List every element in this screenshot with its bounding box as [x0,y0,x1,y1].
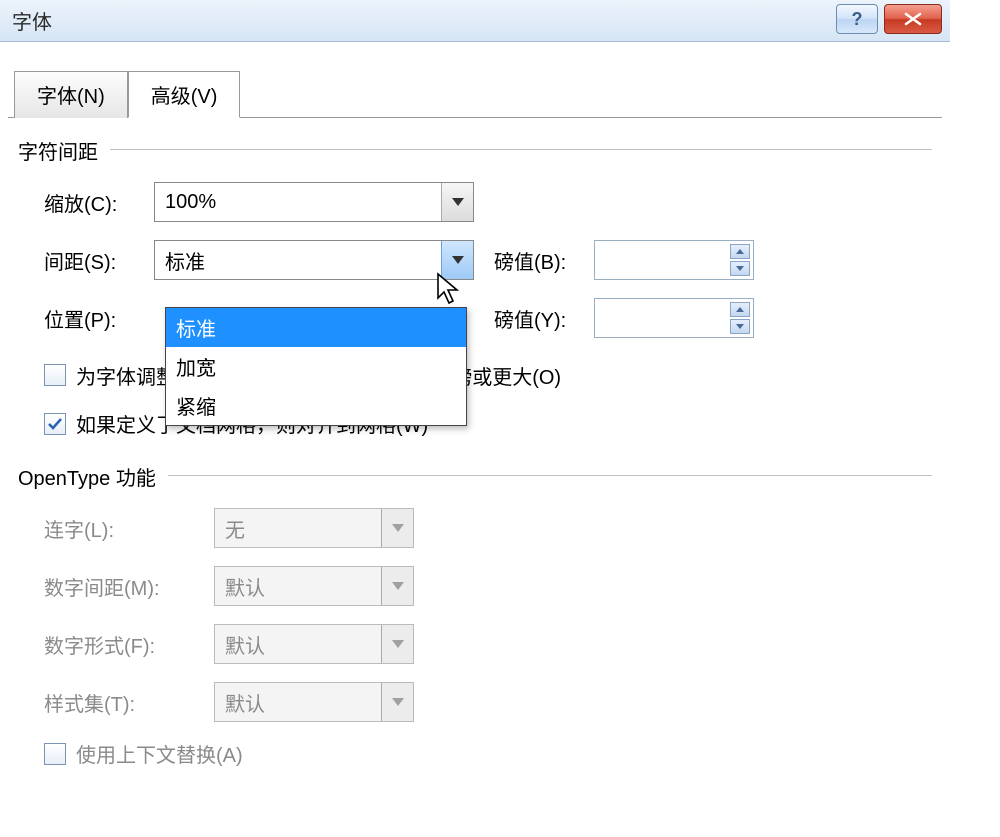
row-style-set: 样式集(T): 默认 [44,681,932,723]
chevron-up-icon [736,249,744,254]
row-scale: 缩放(C): 100% [44,181,932,223]
label-pt-y: 磅值(Y): [494,304,594,333]
combo-style-set-button [381,683,413,721]
label-num-form: 数字形式(F): [44,630,214,659]
dropdown-item-condense[interactable]: 紧缩 [166,386,466,425]
help-button[interactable]: ? [836,4,878,34]
section-spacing-label: 字符间距 [18,136,106,165]
row-num-form: 数字形式(F): 默认 [44,623,932,665]
check-icon [47,417,63,431]
combo-spacing[interactable]: 标准 [154,240,474,280]
combo-num-spacing-value: 默认 [215,567,381,605]
chevron-down-icon [452,256,464,264]
label-scale: 缩放(C): [44,188,154,217]
chevron-down-icon [452,198,464,206]
tab-font[interactable]: 字体(N) [14,71,128,118]
combo-spacing-value: 标准 [155,241,441,279]
dialog-title: 字体 [12,6,52,35]
combo-num-spacing: 默认 [214,566,414,606]
dropdown-spacing[interactable]: 标准 加宽 紧缩 [165,307,467,426]
combo-scale[interactable]: 100% [154,182,474,222]
spinner-pt-b-value [595,241,727,279]
spinner-pt-b[interactable] [594,240,754,280]
close-button[interactable] [884,4,942,34]
checkbox-snap[interactable] [44,413,66,435]
combo-style-set-value: 默认 [215,683,381,721]
spinner-down-button[interactable] [730,319,750,334]
chevron-down-icon [392,524,404,532]
dropdown-item-standard[interactable]: 标准 [166,308,466,347]
row-context: 使用上下文替换(A) [44,739,932,768]
spinner-pt-y[interactable] [594,298,754,338]
titlebar: 字体 ? [0,0,950,42]
label-kern-unit: 磅或更大(O) [452,361,561,390]
spinner-down-button[interactable] [730,261,750,276]
combo-ligature-button [381,509,413,547]
help-icon: ? [852,9,863,30]
combo-spacing-button[interactable] [441,241,473,279]
dropdown-item-expand[interactable]: 加宽 [166,347,466,386]
chevron-down-icon [392,698,404,706]
checkbox-kerning[interactable] [44,364,66,386]
label-ligature: 连字(L): [44,514,214,543]
close-icon [904,12,922,26]
row-spacing: 间距(S): 标准 磅值(B): [44,239,932,281]
checkbox-context[interactable] [44,743,66,765]
label-context: 使用上下文替换(A) [76,739,243,768]
combo-num-form-value: 默认 [215,625,381,663]
chevron-up-icon [736,307,744,312]
combo-num-form: 默认 [214,624,414,664]
label-spacing: 间距(S): [44,246,154,275]
tabs: 字体(N) 高级(V) [14,70,950,117]
combo-ligature: 无 [214,508,414,548]
combo-scale-value: 100% [155,183,441,221]
chevron-down-icon [736,324,744,329]
tab-panel-advanced: 字符间距 缩放(C): 100% 间距(S): 标准 [8,117,942,768]
fieldset-opentype: OpenType 功能 连字(L): 无 数字间距(M): 默认 [18,462,932,768]
label-position: 位置(P): [44,304,154,333]
row-ligature: 连字(L): 无 [44,507,932,549]
section-opentype-label: OpenType 功能 [18,462,164,491]
chevron-down-icon [736,266,744,271]
label-style-set: 样式集(T): [44,688,214,717]
chevron-down-icon [392,582,404,590]
font-dialog: 字体 ? 字体(N) 高级(V) 字符间距 缩放(C): 100% [0,0,950,837]
combo-ligature-value: 无 [215,509,381,547]
combo-scale-button[interactable] [441,183,473,221]
tab-advanced[interactable]: 高级(V) [128,71,241,118]
spinner-pt-y-value [595,299,727,337]
spinner-up-button[interactable] [730,244,750,259]
row-num-spacing: 数字间距(M): 默认 [44,565,932,607]
combo-num-form-button [381,625,413,663]
spinner-up-button[interactable] [730,302,750,317]
chevron-down-icon [392,640,404,648]
combo-style-set: 默认 [214,682,414,722]
fieldset-spacing: 字符间距 缩放(C): 100% 间距(S): 标准 [18,136,932,438]
label-pt-b: 磅值(B): [494,246,594,275]
combo-num-spacing-button [381,567,413,605]
label-num-spacing: 数字间距(M): [44,572,214,601]
titlebar-buttons: ? [836,4,942,34]
